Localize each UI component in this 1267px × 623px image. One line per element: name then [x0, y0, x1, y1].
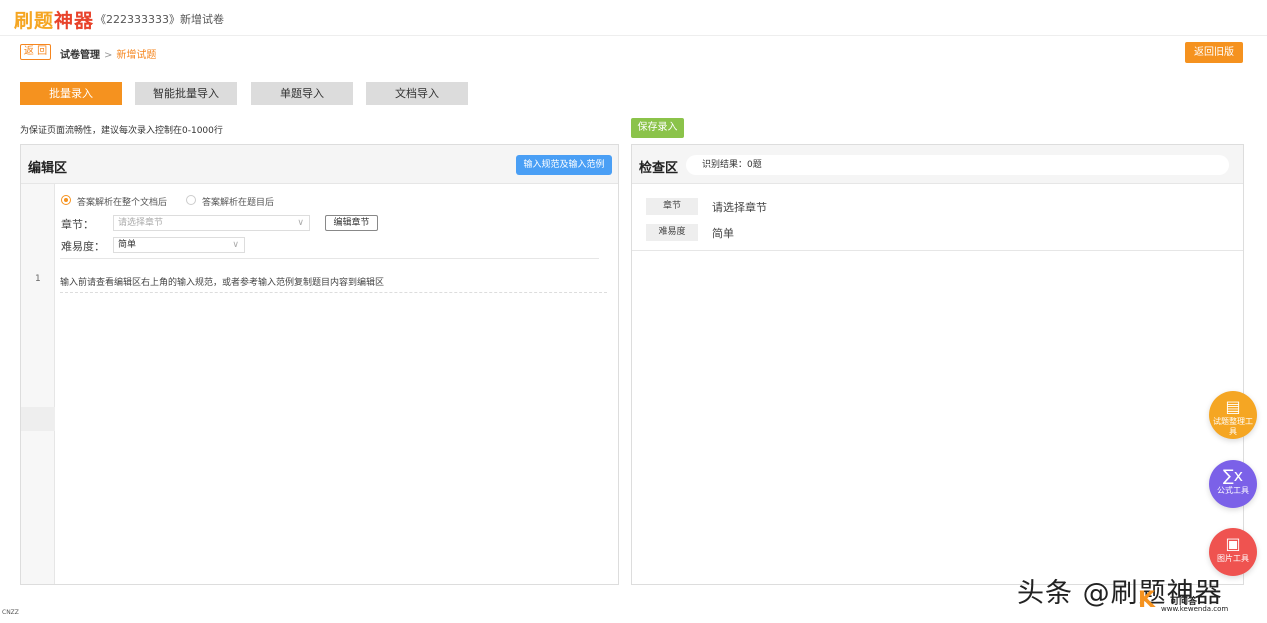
back-button[interactable]: 返 回 — [20, 44, 51, 60]
answer-after-question-radio[interactable] — [186, 195, 196, 205]
question-tools-label: 试题整理工具 — [1213, 417, 1253, 436]
chevron-down-icon: ∨ — [232, 240, 239, 250]
difficulty-tag: 难易度 — [646, 224, 698, 241]
checker-divider — [632, 250, 1243, 251]
checker-title: 检查区 — [639, 161, 679, 176]
options-divider — [60, 258, 599, 259]
breadcrumb-parent[interactable]: 试卷管理 — [60, 50, 100, 61]
tab-single-import[interactable]: 单题导入 — [251, 82, 353, 105]
difficulty-select-value: 简单 — [118, 240, 137, 250]
active-line-gutter — [21, 407, 55, 431]
chapter-tag: 章节 — [646, 198, 698, 215]
editor-panel: 编辑区 输入规范及输入范例 答案解析在整个文档后 答案解析在题目后 章节： 请选… — [20, 144, 619, 585]
tab-batch-entry[interactable]: 批量录入 — [20, 82, 122, 105]
formula-tool-button[interactable]: ∑x 公式工具 — [1209, 460, 1257, 508]
image-tool-button[interactable]: ▣ 图片工具 — [1209, 528, 1257, 576]
chapter-label: 章节： — [61, 218, 94, 231]
difficulty-value: 简单 — [712, 227, 734, 240]
chevron-down-icon: ∨ — [297, 218, 304, 228]
chapter-select-value: 请选择章节 — [118, 218, 164, 228]
editor-panel-header: 编辑区 输入规范及输入范例 — [21, 145, 618, 184]
checker-panel-header: 检查区 识别结果：0题 — [632, 145, 1243, 184]
logo-text-part2: 神器 — [54, 10, 95, 32]
difficulty-label: 难易度： — [61, 240, 105, 253]
answer-after-question-label: 答案解析在题目后 — [202, 198, 275, 208]
editor-text-line[interactable]: 输入前请查看编辑区右上角的输入规范，或者参考输入范例复制题目内容到编辑区 — [60, 271, 607, 293]
cnzz-stats-badge: CNZZ — [2, 609, 19, 616]
image-icon: ▣ — [1225, 534, 1241, 553]
return-old-version-button[interactable]: 返回旧版 — [1185, 42, 1243, 63]
editor-title: 编辑区 — [28, 161, 68, 176]
recognition-result: 识别结果：0题 — [686, 155, 1229, 175]
answer-after-document-label: 答案解析在整个文档后 — [77, 198, 168, 208]
formula-tool-label: 公式工具 — [1217, 486, 1249, 495]
input-spec-button[interactable]: 输入规范及输入范例 — [516, 155, 612, 175]
sigma-icon: ∑x — [1222, 466, 1244, 485]
edit-chapter-button[interactable]: 编辑章节 — [325, 215, 378, 231]
checker-panel: 检查区 识别结果：0题 章节 请选择章节 难易度 简单 — [631, 144, 1244, 585]
answer-after-document-radio[interactable] — [61, 195, 71, 205]
top-header: 刷题神器 《222333333》新增试卷 — [0, 0, 1267, 36]
watermark-site-url: www.kewenda.com — [1161, 605, 1229, 613]
question-tools-button[interactable]: ▤ 试题整理工具 — [1209, 391, 1257, 439]
image-tool-label: 图片工具 — [1217, 554, 1249, 563]
breadcrumb-current: 新增试题 — [116, 50, 157, 61]
chapter-value: 请选择章节 — [712, 201, 767, 214]
tab-smart-batch-import[interactable]: 智能批量导入 — [135, 82, 237, 105]
tab-document-import[interactable]: 文档导入 — [366, 82, 468, 105]
difficulty-select[interactable]: 简单 ∨ — [113, 237, 245, 253]
paper-title: 《222333333》新增试卷 — [95, 13, 224, 26]
logo-text-part1: 刷题 — [14, 10, 55, 32]
save-entry-button[interactable]: 保存录入 — [631, 118, 684, 138]
line-number: 1 — [35, 274, 41, 284]
kewenda-logo-icon: K — [1138, 588, 1156, 613]
app-logo[interactable]: 刷题神器 — [14, 6, 94, 33]
breadcrumb: 试卷管理 > 新增试题 — [60, 46, 156, 61]
breadcrumb-separator: > — [104, 50, 113, 61]
chapter-select[interactable]: 请选择章节 ∨ — [113, 215, 310, 231]
line-limit-hint: 为保证页面流畅性，建议每次录入控制在0-1000行 — [20, 126, 223, 136]
line-number-gutter — [21, 184, 55, 584]
box-icon: ▤ — [1225, 397, 1241, 416]
